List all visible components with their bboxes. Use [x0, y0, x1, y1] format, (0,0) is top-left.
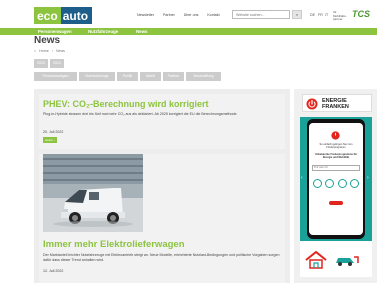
- phone-text-intro: So einfach gelingen Sie zum Förderprogra…: [319, 143, 353, 149]
- article-teaser: Der Marktanteil leichter Nutzfahrzeuge m…: [43, 253, 280, 262]
- filter-markt[interactable]: Markt: [140, 72, 161, 81]
- lang-de[interactable]: DE: [310, 13, 315, 17]
- nav-personenwagen[interactable]: Personenwagen: [38, 29, 72, 34]
- top-navigation: Newsletter Partner Über uns Kontakt: [137, 13, 220, 17]
- logo-eco: eco: [34, 7, 61, 24]
- main-navigation: Personenwagen Nutzfahrzeuge News: [0, 28, 377, 35]
- nav-partner[interactable]: Partner: [163, 13, 175, 17]
- article-title[interactable]: Immer mehr Elektrolieferwagen: [43, 239, 283, 250]
- lang-fr[interactable]: FR: [318, 13, 323, 17]
- search-input[interactable]: Website suchen...: [232, 10, 290, 19]
- search-icon[interactable]: ⌕: [292, 10, 302, 19]
- chevron-right-icon[interactable]: ›: [367, 175, 369, 181]
- filter-personenwagen[interactable]: Personenwagen: [34, 72, 77, 81]
- article-date: 12. Juli 2022: [43, 269, 64, 273]
- filter-2022[interactable]: 2022: [34, 59, 48, 68]
- energiefranken-banner[interactable]: ENERGIE FRANKEN: [302, 94, 372, 112]
- tcs-logo[interactable]: TCS: [352, 9, 370, 19]
- phone-mockup: So einfach gelingen Sie zum Förderprogra…: [307, 119, 365, 239]
- franken-text: FRANKEN: [322, 104, 349, 110]
- phone-cta-button: [329, 201, 343, 205]
- phone-screen: So einfach gelingen Sie zum Förderprogra…: [309, 123, 363, 235]
- category-car-icon: [313, 179, 322, 188]
- site-header: eco auto Newsletter Partner Über uns Kon…: [0, 0, 377, 28]
- article-teaser: Plug-in-Hybride stossen drei bis fünf ma…: [43, 112, 238, 116]
- breadcrumb-news: News: [55, 49, 65, 53]
- phone-text-headline: Unbekannte Förderprogramme für Energie u…: [314, 153, 358, 159]
- energie-logo-icon: [306, 98, 318, 110]
- phone-category-icons: [313, 179, 359, 193]
- energie-logo-icon: [331, 131, 340, 140]
- partner-tagline: Ihr Mobilitäts-partner: [333, 10, 347, 22]
- filter-politik[interactable]: Politik: [117, 72, 138, 81]
- category-bike-icon: [337, 179, 347, 188]
- filter-beschaffung[interactable]: Beschaffung: [186, 72, 221, 81]
- logo-auto: auto: [60, 7, 93, 24]
- article-image[interactable]: [43, 154, 143, 232]
- breadcrumb-home[interactable]: Home: [39, 49, 49, 53]
- filter-partner[interactable]: Partner: [163, 72, 184, 81]
- electric-car-icon: [336, 256, 359, 266]
- home-icon[interactable]: ⌂: [34, 49, 36, 53]
- ad-banner[interactable]: ‹ › So einfach gelingen Sie zum Förderpr…: [300, 117, 372, 241]
- phone-location-field: PLZ oder Ort: [312, 165, 360, 171]
- article-date: 20. Juli 2022: [43, 130, 64, 134]
- nav-contact[interactable]: Kontakt: [207, 13, 219, 17]
- read-more-button[interactable]: weiter ›: [43, 137, 57, 143]
- site-logo[interactable]: eco auto: [34, 7, 93, 24]
- filter-nutzfahrzeuge[interactable]: Nutzfahrzeuge: [79, 72, 115, 81]
- chevron-left-icon[interactable]: ‹: [301, 175, 303, 181]
- nav-news[interactable]: News: [136, 29, 147, 34]
- nav-about[interactable]: Über uns: [184, 13, 199, 17]
- filter-2021[interactable]: 2021: [50, 59, 64, 68]
- van-photo: [43, 154, 143, 232]
- breadcrumb: ⌂ Home › News: [34, 49, 65, 53]
- breadcrumb-separator: ›: [51, 49, 53, 53]
- article-title[interactable]: PHEV: CO₂-Berechnung wird korrigiert: [43, 99, 283, 109]
- news-card[interactable]: PHEV: CO₂-Berechnung wird korrigiert Plu…: [39, 94, 285, 149]
- nav-newsletter[interactable]: Newsletter: [137, 13, 154, 17]
- category-sun-icon: [349, 179, 359, 188]
- ad-bottom-icons[interactable]: [300, 241, 372, 277]
- house-icon: [305, 250, 327, 269]
- category-house-icon: [325, 179, 335, 188]
- nav-nutzfahrzeuge[interactable]: Nutzfahrzeuge: [88, 29, 118, 34]
- page-title: News: [34, 35, 61, 46]
- lang-it[interactable]: IT: [325, 13, 328, 17]
